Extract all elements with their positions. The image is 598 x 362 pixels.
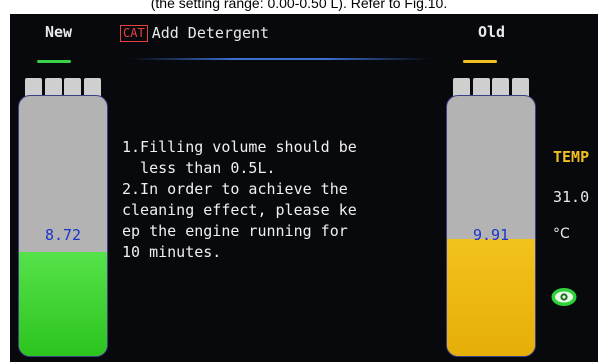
instruction-line: 10 minutes. (122, 243, 222, 261)
instruction-line: 1.Filling volume should be (122, 138, 357, 156)
temp-value: 31.0 (553, 188, 590, 206)
new-label: New (45, 23, 73, 41)
new-tank-body: 8.72 (18, 95, 108, 357)
instruction-line: less than 0.5L. (122, 159, 276, 177)
new-indicator (37, 60, 71, 63)
old-label: Old (478, 23, 506, 41)
device-screen: New CAT Add Detergent Old 8.72 9.91 1.Fil… (10, 14, 598, 362)
title-text: Add Detergent (151, 24, 270, 42)
title-divider (130, 58, 430, 60)
new-tank-level (19, 252, 107, 356)
eye-icon[interactable] (551, 287, 577, 307)
old-tank-cap (453, 78, 529, 96)
instruction-text: 1.Filling volume should be less than 0.5… (122, 137, 432, 263)
temp-unit: °C (553, 226, 570, 242)
old-tank-level (447, 239, 535, 356)
old-indicator (463, 60, 497, 63)
instruction-line: ep the engine running for (122, 222, 348, 240)
new-tank-cap (25, 78, 101, 96)
screen-title: CAT Add Detergent (120, 23, 269, 42)
new-tank-value: 8.72 (44, 226, 82, 244)
old-tank-body: 9.91 (446, 95, 536, 357)
instruction-line: cleaning effect, please ke (122, 201, 357, 219)
temp-label: TEMP (553, 148, 590, 166)
instruction-line: 2.In order to achieve the (122, 180, 348, 198)
old-tank-value: 9.91 (472, 226, 510, 244)
cat-badge: CAT (120, 25, 148, 42)
figure-caption: (the setting range: 0.00-0.50 L). Refer … (150, 0, 448, 11)
